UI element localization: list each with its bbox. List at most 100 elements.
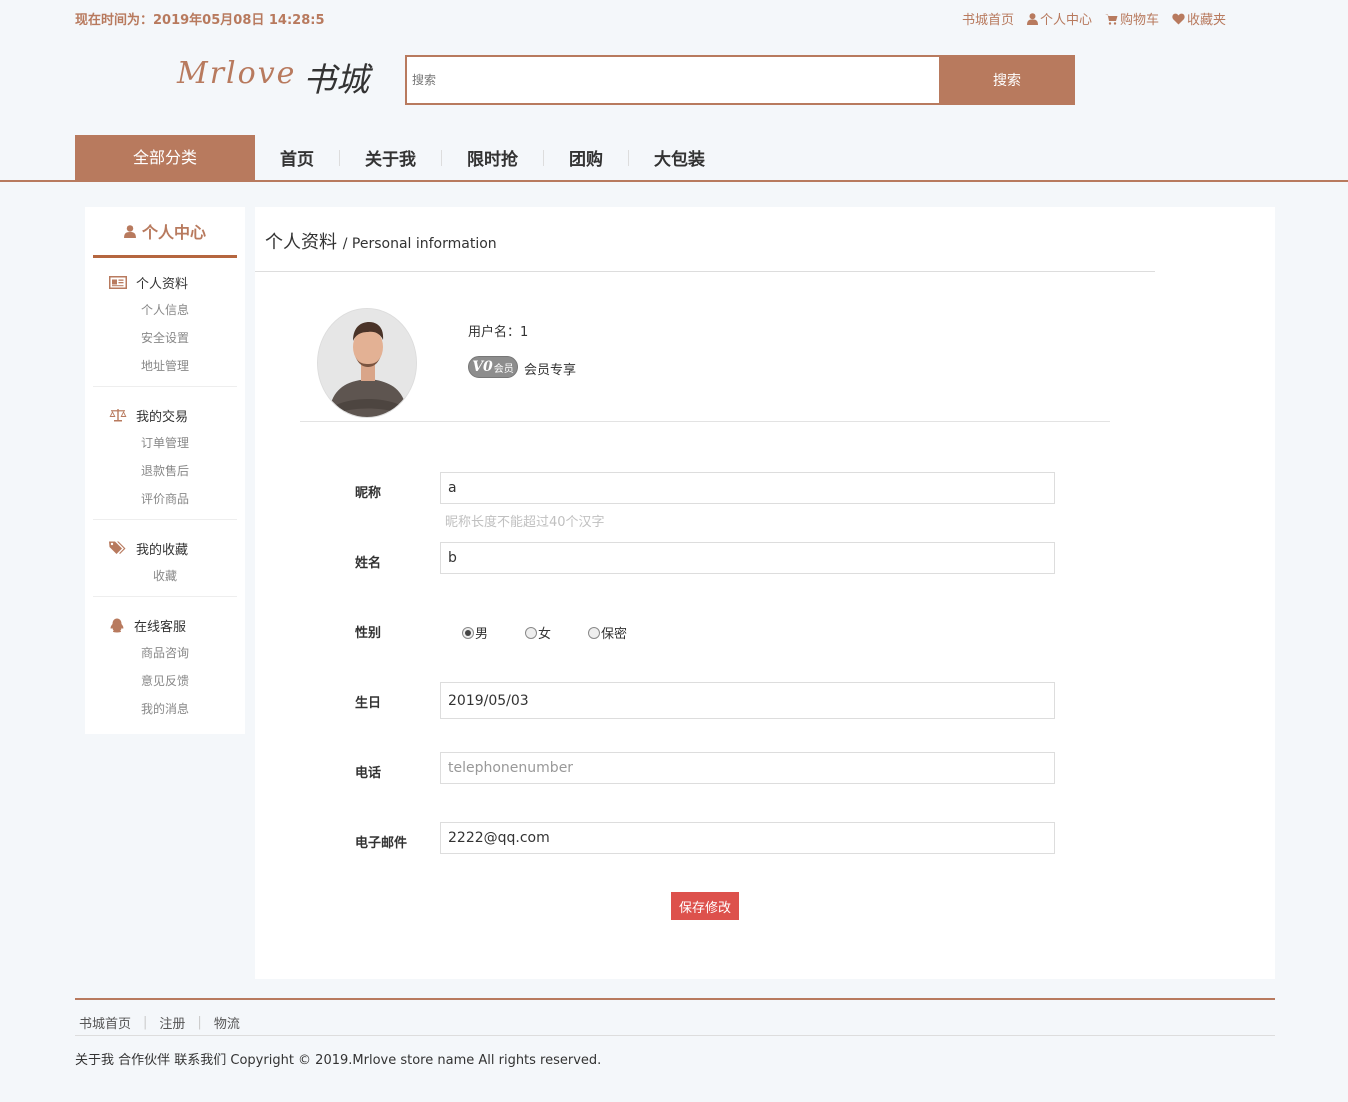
sidebar-item-messages[interactable]: 我的消息 bbox=[93, 695, 237, 723]
footer-link-separator: | bbox=[197, 1015, 202, 1030]
footer-link-logistics[interactable]: 物流 bbox=[214, 1013, 240, 1032]
search-input[interactable] bbox=[405, 55, 941, 105]
top-link-home[interactable]: 书城首页 bbox=[962, 9, 1014, 28]
sidebar-head-profile[interactable]: 个人资料 bbox=[93, 268, 237, 296]
page-title-main: 个人资料 bbox=[265, 232, 337, 253]
nav-item-group-buy[interactable]: 团购 bbox=[544, 145, 628, 170]
gender-label: 性别 bbox=[355, 626, 382, 641]
birthday-input[interactable] bbox=[440, 682, 1055, 719]
sidebar-head-service[interactable]: 在线客服 bbox=[93, 611, 237, 639]
user-icon bbox=[124, 224, 136, 238]
phone-label: 电话 bbox=[355, 766, 382, 781]
gender-option-female[interactable]: 女 bbox=[525, 623, 551, 642]
gender-option-secret-label: 保密 bbox=[601, 627, 628, 642]
footer-top-line bbox=[75, 998, 1275, 1000]
name-label: 姓名 bbox=[355, 556, 382, 571]
top-link-favorites-label: 收藏夹 bbox=[1187, 13, 1227, 28]
sidebar-item-favorites[interactable]: 收藏 bbox=[93, 562, 237, 590]
sidebar-item-address[interactable]: 地址管理 bbox=[93, 352, 237, 380]
sidebar-item-reviews[interactable]: 评价商品 bbox=[93, 485, 237, 513]
sidebar-title-label: 个人中心 bbox=[141, 223, 206, 242]
nav-item-home[interactable]: 首页 bbox=[255, 145, 339, 170]
username-label: 用户名：1 bbox=[468, 325, 529, 340]
sidebar-group-trade: 我的交易 订单管理 退款售后 评价商品 bbox=[93, 401, 237, 520]
vip-badge: V0 会员 bbox=[468, 356, 518, 378]
gender-option-male-label: 男 bbox=[475, 627, 489, 642]
sidebar-divider bbox=[93, 519, 237, 520]
all-categories-button[interactable]: 全部分类 bbox=[75, 135, 255, 180]
nav-item-flash-sale[interactable]: 限时抢 bbox=[442, 145, 543, 170]
sidebar-head-trade[interactable]: 我的交易 bbox=[93, 401, 237, 429]
top-link-favorites[interactable]: 收藏夹 bbox=[1172, 9, 1226, 28]
vip-level: V0 bbox=[472, 359, 493, 375]
cart-icon bbox=[1105, 13, 1118, 25]
top-link-personal-center-label: 个人中心 bbox=[1040, 13, 1093, 28]
birthday-label: 生日 bbox=[355, 696, 382, 711]
email-input[interactable] bbox=[440, 822, 1055, 854]
member-exclusive-text: 会员专享 bbox=[524, 363, 577, 378]
top-links: 书城首页 个人中心 购物车 收藏夹 bbox=[962, 9, 1226, 28]
radio-male[interactable] bbox=[462, 626, 474, 639]
logo-text-en[interactable]: Mrlove bbox=[177, 56, 296, 91]
save-button[interactable]: 保存修改 bbox=[671, 892, 739, 920]
sidebar-item-refunds[interactable]: 退款售后 bbox=[93, 457, 237, 485]
copyright-text: 关于我 合作伙伴 联系我们 Copyright © 2019.Mrlove st… bbox=[75, 1053, 602, 1068]
page-title-sub: / Personal information bbox=[342, 236, 497, 252]
radio-female[interactable] bbox=[525, 626, 537, 639]
user-icon bbox=[1027, 12, 1039, 25]
id-card-icon bbox=[109, 275, 127, 289]
sidebar-item-consult[interactable]: 商品咨询 bbox=[93, 639, 237, 667]
nickname-label: 昵称 bbox=[355, 486, 382, 501]
footer-link-register[interactable]: 注册 bbox=[159, 1013, 185, 1032]
footer-links: 书城首页 | 注册 | 物流 bbox=[79, 1013, 240, 1032]
title-divider bbox=[255, 271, 1155, 272]
nav-underline bbox=[0, 180, 1348, 182]
sidebar-group-service: 在线客服 商品咨询 意见反馈 我的消息 bbox=[93, 611, 237, 723]
current-time: 现在时间为：2019年05月08日 14:28:5 bbox=[75, 13, 325, 28]
avatar-image bbox=[318, 309, 416, 417]
sidebar-divider bbox=[93, 596, 237, 597]
footer-divider bbox=[75, 1035, 1275, 1036]
main-nav: 首页 关于我 限时抢 团购 大包装 bbox=[255, 135, 730, 180]
name-input[interactable] bbox=[440, 542, 1055, 574]
logo-text-cn[interactable]: 书城 bbox=[303, 53, 369, 101]
sidebar-head-collection[interactable]: 我的收藏 bbox=[93, 534, 237, 562]
sidebar-head-profile-label: 个人资料 bbox=[136, 276, 189, 292]
sidebar-item-security[interactable]: 安全设置 bbox=[93, 324, 237, 352]
phone-input[interactable] bbox=[440, 752, 1055, 784]
email-label: 电子邮件 bbox=[355, 836, 408, 851]
nav-item-big-pack[interactable]: 大包装 bbox=[629, 145, 730, 170]
footer-link-home[interactable]: 书城首页 bbox=[79, 1013, 131, 1032]
sidebar-item-orders[interactable]: 订单管理 bbox=[93, 429, 237, 457]
top-link-cart-label: 购物车 bbox=[1120, 13, 1160, 28]
sidebar-group-profile: 个人资料 个人信息 安全设置 地址管理 bbox=[93, 268, 237, 387]
vip-word: 会员 bbox=[493, 363, 514, 375]
gender-option-secret[interactable]: 保密 bbox=[588, 623, 627, 642]
footer-link-separator: | bbox=[143, 1015, 148, 1030]
gender-option-male[interactable]: 男 bbox=[462, 623, 488, 642]
sidebar-head-service-label: 在线客服 bbox=[134, 619, 187, 635]
qq-icon bbox=[110, 618, 124, 632]
balance-scale-icon bbox=[109, 409, 127, 422]
top-link-cart[interactable]: 购物车 bbox=[1105, 9, 1159, 28]
sidebar-divider bbox=[93, 386, 237, 387]
page-title: 个人资料 / Personal information bbox=[265, 228, 497, 254]
heart-icon bbox=[1172, 13, 1185, 24]
sidebar-item-feedback[interactable]: 意见反馈 bbox=[93, 667, 237, 695]
top-link-personal-center[interactable]: 个人中心 bbox=[1027, 9, 1092, 28]
sidebar-item-personal-info[interactable]: 个人信息 bbox=[93, 296, 237, 324]
sidebar-group-collection: 我的收藏 收藏 bbox=[93, 534, 237, 597]
gender-option-female-label: 女 bbox=[538, 627, 552, 642]
avatar[interactable] bbox=[317, 308, 417, 418]
sidebar-title[interactable]: 个人中心 bbox=[93, 207, 237, 258]
profile-divider bbox=[300, 421, 1110, 422]
sidebar-head-trade-label: 我的交易 bbox=[136, 409, 189, 425]
tags-icon bbox=[109, 541, 126, 554]
sidebar-head-collection-label: 我的收藏 bbox=[136, 542, 189, 558]
nav-item-about[interactable]: 关于我 bbox=[340, 145, 441, 170]
search-button[interactable]: 搜索 bbox=[939, 55, 1075, 105]
radio-secret[interactable] bbox=[588, 626, 600, 639]
sidebar: 个人中心 个人资料 个人信息 安全设置 地址管理 我的交易 订单管理 退款售后 … bbox=[85, 207, 245, 734]
nickname-input[interactable] bbox=[440, 472, 1055, 504]
main-panel: 个人资料 / Personal information 用户名：1 V0 会员 … bbox=[255, 207, 1275, 979]
